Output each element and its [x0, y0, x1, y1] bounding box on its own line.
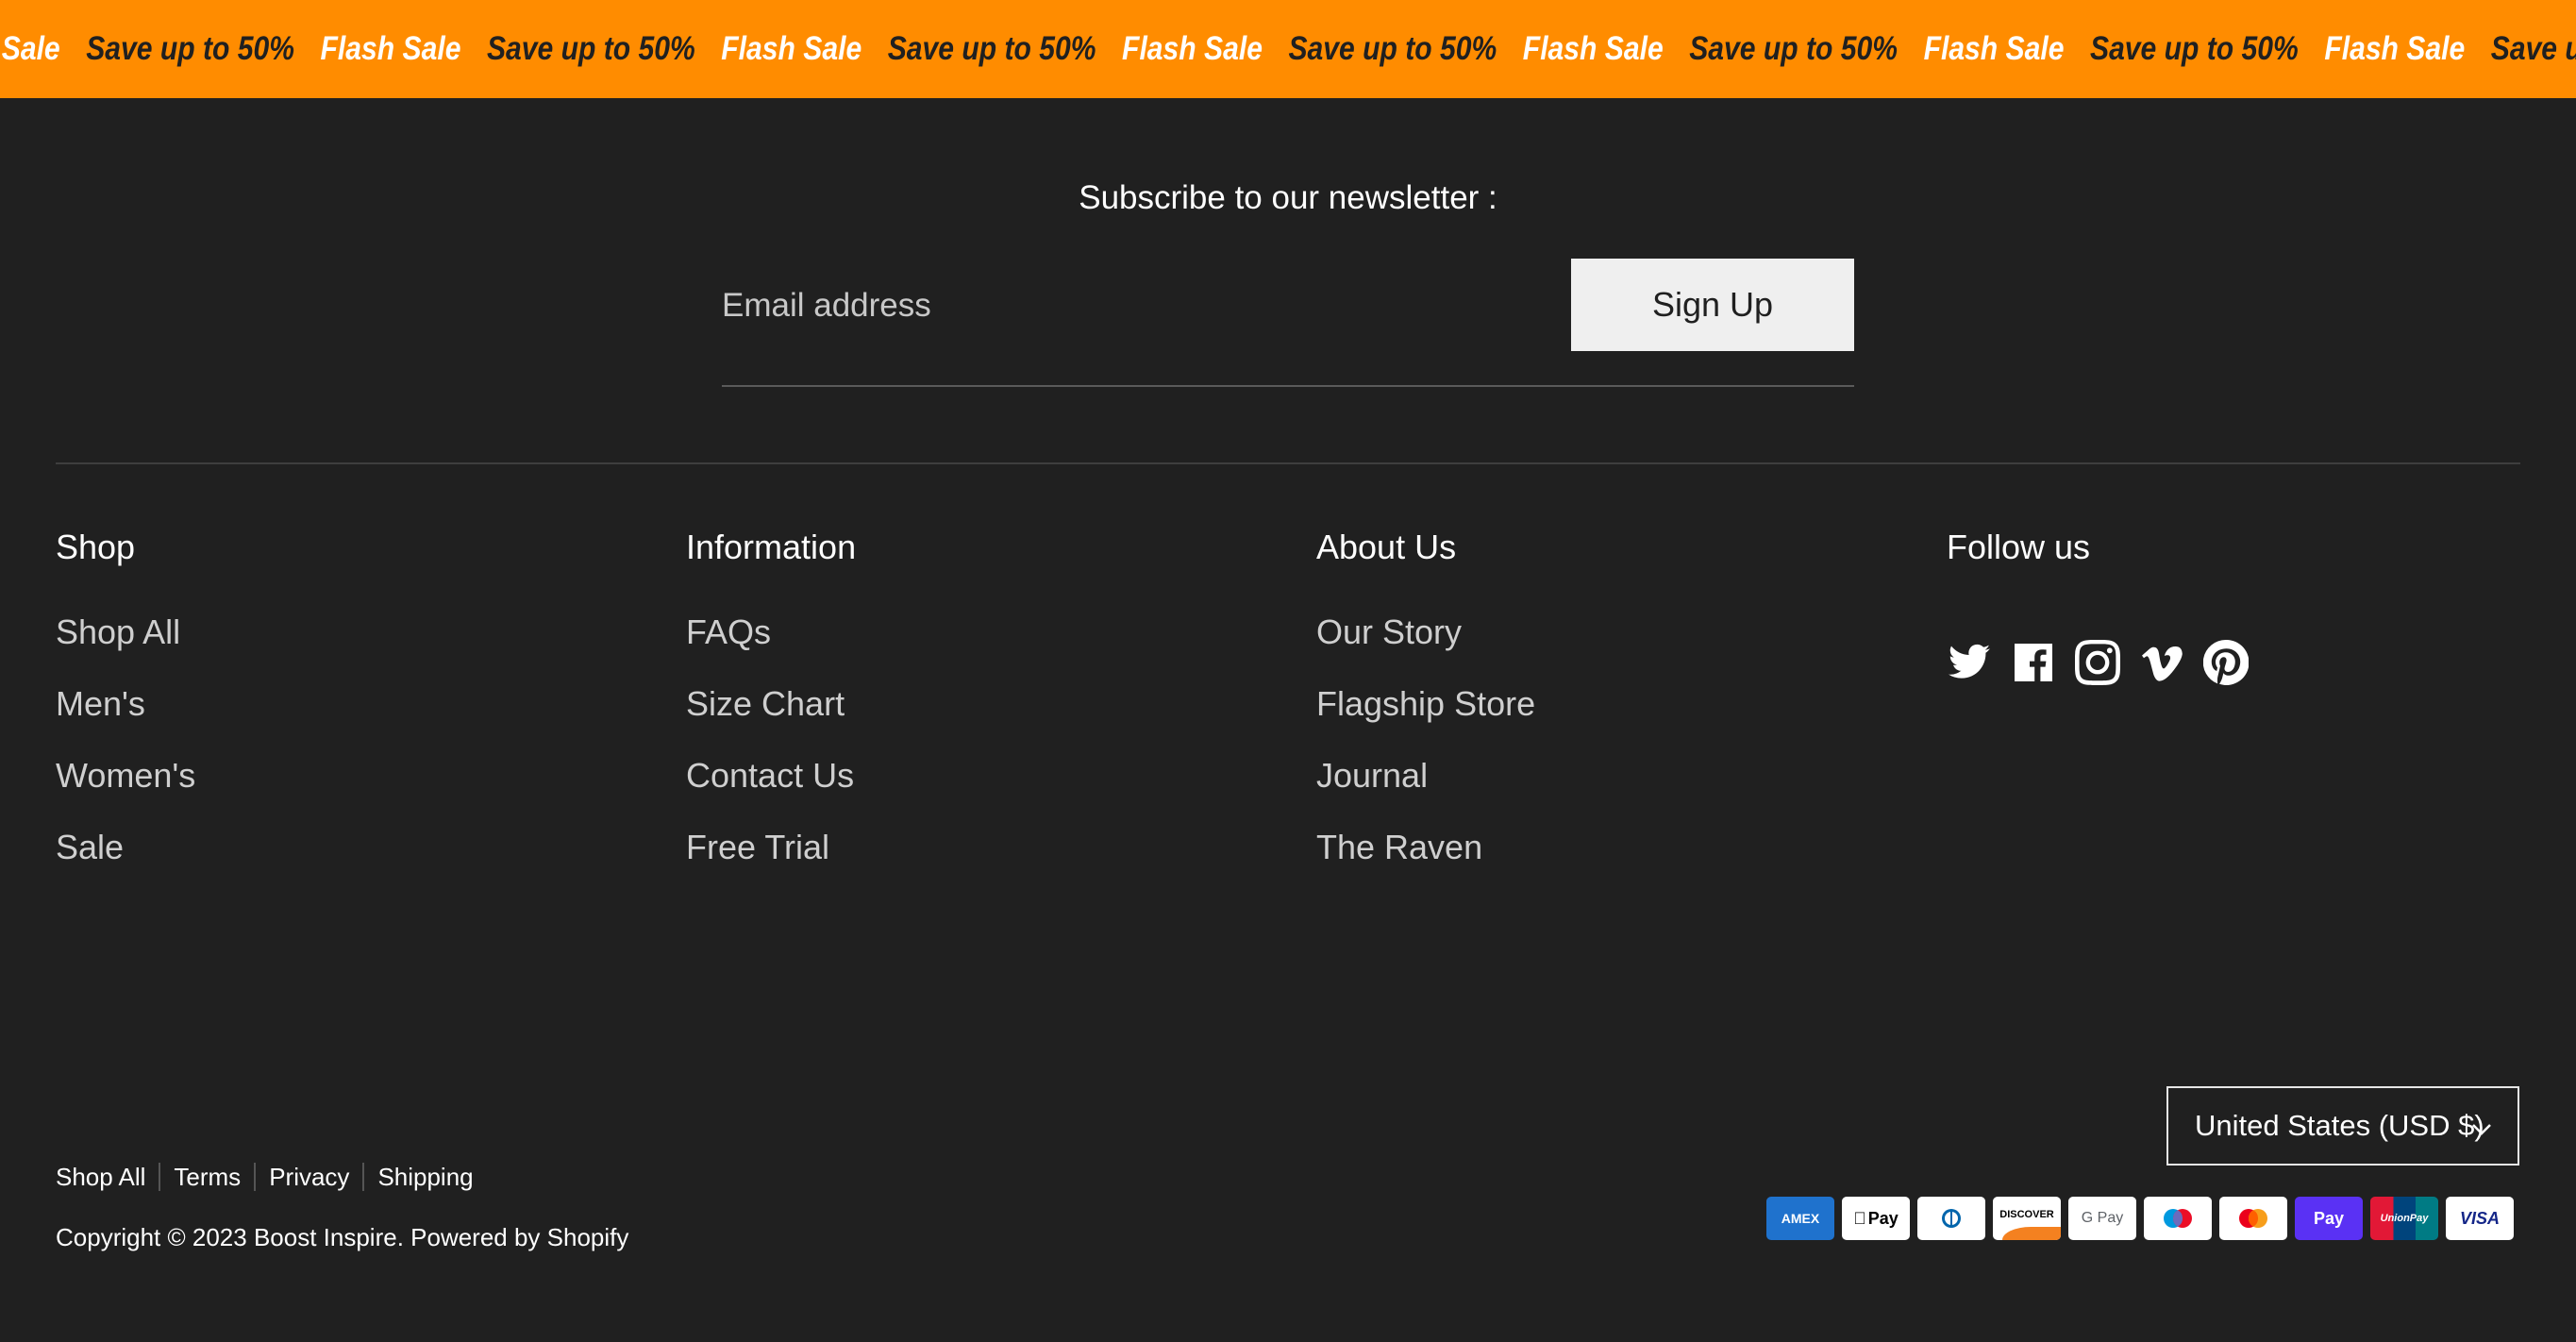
- discover-label: DISCOVER: [1999, 1209, 2054, 1220]
- apple-pay-label: Pay: [1861, 1208, 1899, 1228]
- announcement-flash: Flash Sale: [1122, 30, 1263, 67]
- legal-links: Shop All Terms Privacy Shipping: [56, 1163, 487, 1191]
- footer-link-flagship-store[interactable]: Flagship Store: [1316, 684, 1535, 723]
- footer-link-our-story[interactable]: Our Story: [1316, 612, 1462, 651]
- google-pay-icon: G Pay: [2068, 1197, 2136, 1240]
- vimeo-icon[interactable]: [2139, 640, 2184, 685]
- unionpay-label: UnionPay: [2380, 1213, 2429, 1224]
- footer-link-faqs[interactable]: FAQs: [686, 612, 771, 651]
- chevron-down-icon: [2470, 1114, 2493, 1136]
- twitter-icon[interactable]: [1947, 640, 1992, 685]
- email-field[interactable]: [722, 259, 1552, 353]
- announcement-save: Save up to 50%: [1288, 30, 1497, 67]
- copyright-text: Copyright © 2023 Boost Inspire. Powered …: [56, 1223, 629, 1251]
- footer-column-about: About Us Our Story Flagship Store Journa…: [1316, 525, 1535, 898]
- announcement-flash-fragment: h Sale: [0, 30, 60, 67]
- unionpay-icon: UnionPay: [2370, 1197, 2438, 1240]
- apple-glyph: : [1853, 1209, 1866, 1229]
- currency-selector[interactable]: United States (USD $): [2166, 1086, 2519, 1166]
- currency-label: United States (USD $): [2195, 1109, 2484, 1142]
- google-pay-label: G Pay: [2081, 1210, 2124, 1226]
- mastercard-icon: [2219, 1197, 2287, 1240]
- newsletter-title: Subscribe to our newsletter :: [1079, 179, 1497, 216]
- announcement-flash: Flash Sale: [721, 30, 862, 67]
- column-links: Shop All Men's Women's Sale: [56, 612, 195, 898]
- newsletter-form: Sign Up: [722, 259, 1854, 387]
- facebook-icon[interactable]: [2011, 640, 2056, 685]
- announcement-bar: h Sale Save up to 50% Flash Sale Save up…: [0, 0, 2576, 98]
- legal-link-privacy[interactable]: Privacy: [254, 1163, 362, 1191]
- footer-link-journal[interactable]: Journal: [1316, 756, 1428, 795]
- legal-link-terms[interactable]: Terms: [159, 1163, 254, 1191]
- shop-pay-icon: Pay: [2295, 1197, 2363, 1240]
- footer-link-size-chart[interactable]: Size Chart: [686, 684, 845, 723]
- payment-icons: AMEX Pay DISCOVER G Pay Pay UnionPay VI…: [1766, 1197, 2514, 1240]
- amex-label: AMEX: [1781, 1211, 1820, 1226]
- legal-link-shipping[interactable]: Shipping: [362, 1163, 486, 1191]
- column-title: Follow us: [1947, 528, 2091, 566]
- announcement-save: Save up to 50%: [486, 30, 695, 67]
- announcement-save-fragment: Save up to 5: [2490, 30, 2576, 67]
- footer-column-information: Information FAQs Size Chart Contact Us F…: [686, 525, 856, 898]
- announcement-flash: Flash Sale: [1522, 30, 1664, 67]
- announcement-save: Save up to 50%: [86, 30, 295, 67]
- footer-link-womens[interactable]: Women's: [56, 756, 195, 795]
- footer-link-shop-all[interactable]: Shop All: [56, 612, 180, 651]
- announcement-save: Save up to 50%: [1689, 30, 1899, 67]
- social-links: [1947, 640, 2249, 685]
- column-title: About Us: [1316, 528, 1457, 566]
- visa-icon: VISA: [2446, 1197, 2514, 1240]
- footer-divider: [56, 462, 2520, 464]
- column-links: FAQs Size Chart Contact Us Free Trial: [686, 612, 856, 898]
- discover-icon: DISCOVER: [1993, 1197, 2061, 1240]
- sign-up-button[interactable]: Sign Up: [1571, 259, 1854, 351]
- footer-link-sale[interactable]: Sale: [56, 828, 124, 866]
- announcement-save: Save up to 50%: [2089, 30, 2299, 67]
- instagram-icon[interactable]: [2075, 640, 2120, 685]
- apple-pay-icon: Pay: [1842, 1197, 1910, 1240]
- pinterest-icon[interactable]: [2203, 640, 2249, 685]
- visa-label: VISA: [2459, 1208, 2500, 1228]
- amex-icon: AMEX: [1766, 1197, 1834, 1240]
- column-title: Shop: [56, 528, 136, 566]
- diners-club-icon: [1917, 1197, 1985, 1240]
- footer-link-free-trial[interactable]: Free Trial: [686, 828, 829, 866]
- announcement-flash: Flash Sale: [320, 30, 461, 67]
- footer-column-shop: Shop Shop All Men's Women's Sale: [56, 525, 195, 898]
- announcement-flash: Flash Sale: [2324, 30, 2466, 67]
- column-links: Our Story Flagship Store Journal The Rav…: [1316, 612, 1535, 898]
- announcement-track: h Sale Save up to 50% Flash Sale Save up…: [0, 0, 2576, 98]
- column-title: Information: [686, 528, 857, 566]
- discover-stripe: [2002, 1227, 2061, 1240]
- maestro-icon: [2144, 1197, 2212, 1240]
- footer-link-the-raven[interactable]: The Raven: [1316, 828, 1482, 866]
- footer-column-follow: Follow us: [1947, 525, 2249, 685]
- legal-link-shop-all[interactable]: Shop All: [56, 1163, 159, 1191]
- footer-link-mens[interactable]: Men's: [56, 684, 145, 723]
- footer-link-contact-us[interactable]: Contact Us: [686, 756, 854, 795]
- announcement-save: Save up to 50%: [887, 30, 1096, 67]
- announcement-flash: Flash Sale: [1923, 30, 2065, 67]
- shop-pay-label: Pay: [2313, 1208, 2345, 1228]
